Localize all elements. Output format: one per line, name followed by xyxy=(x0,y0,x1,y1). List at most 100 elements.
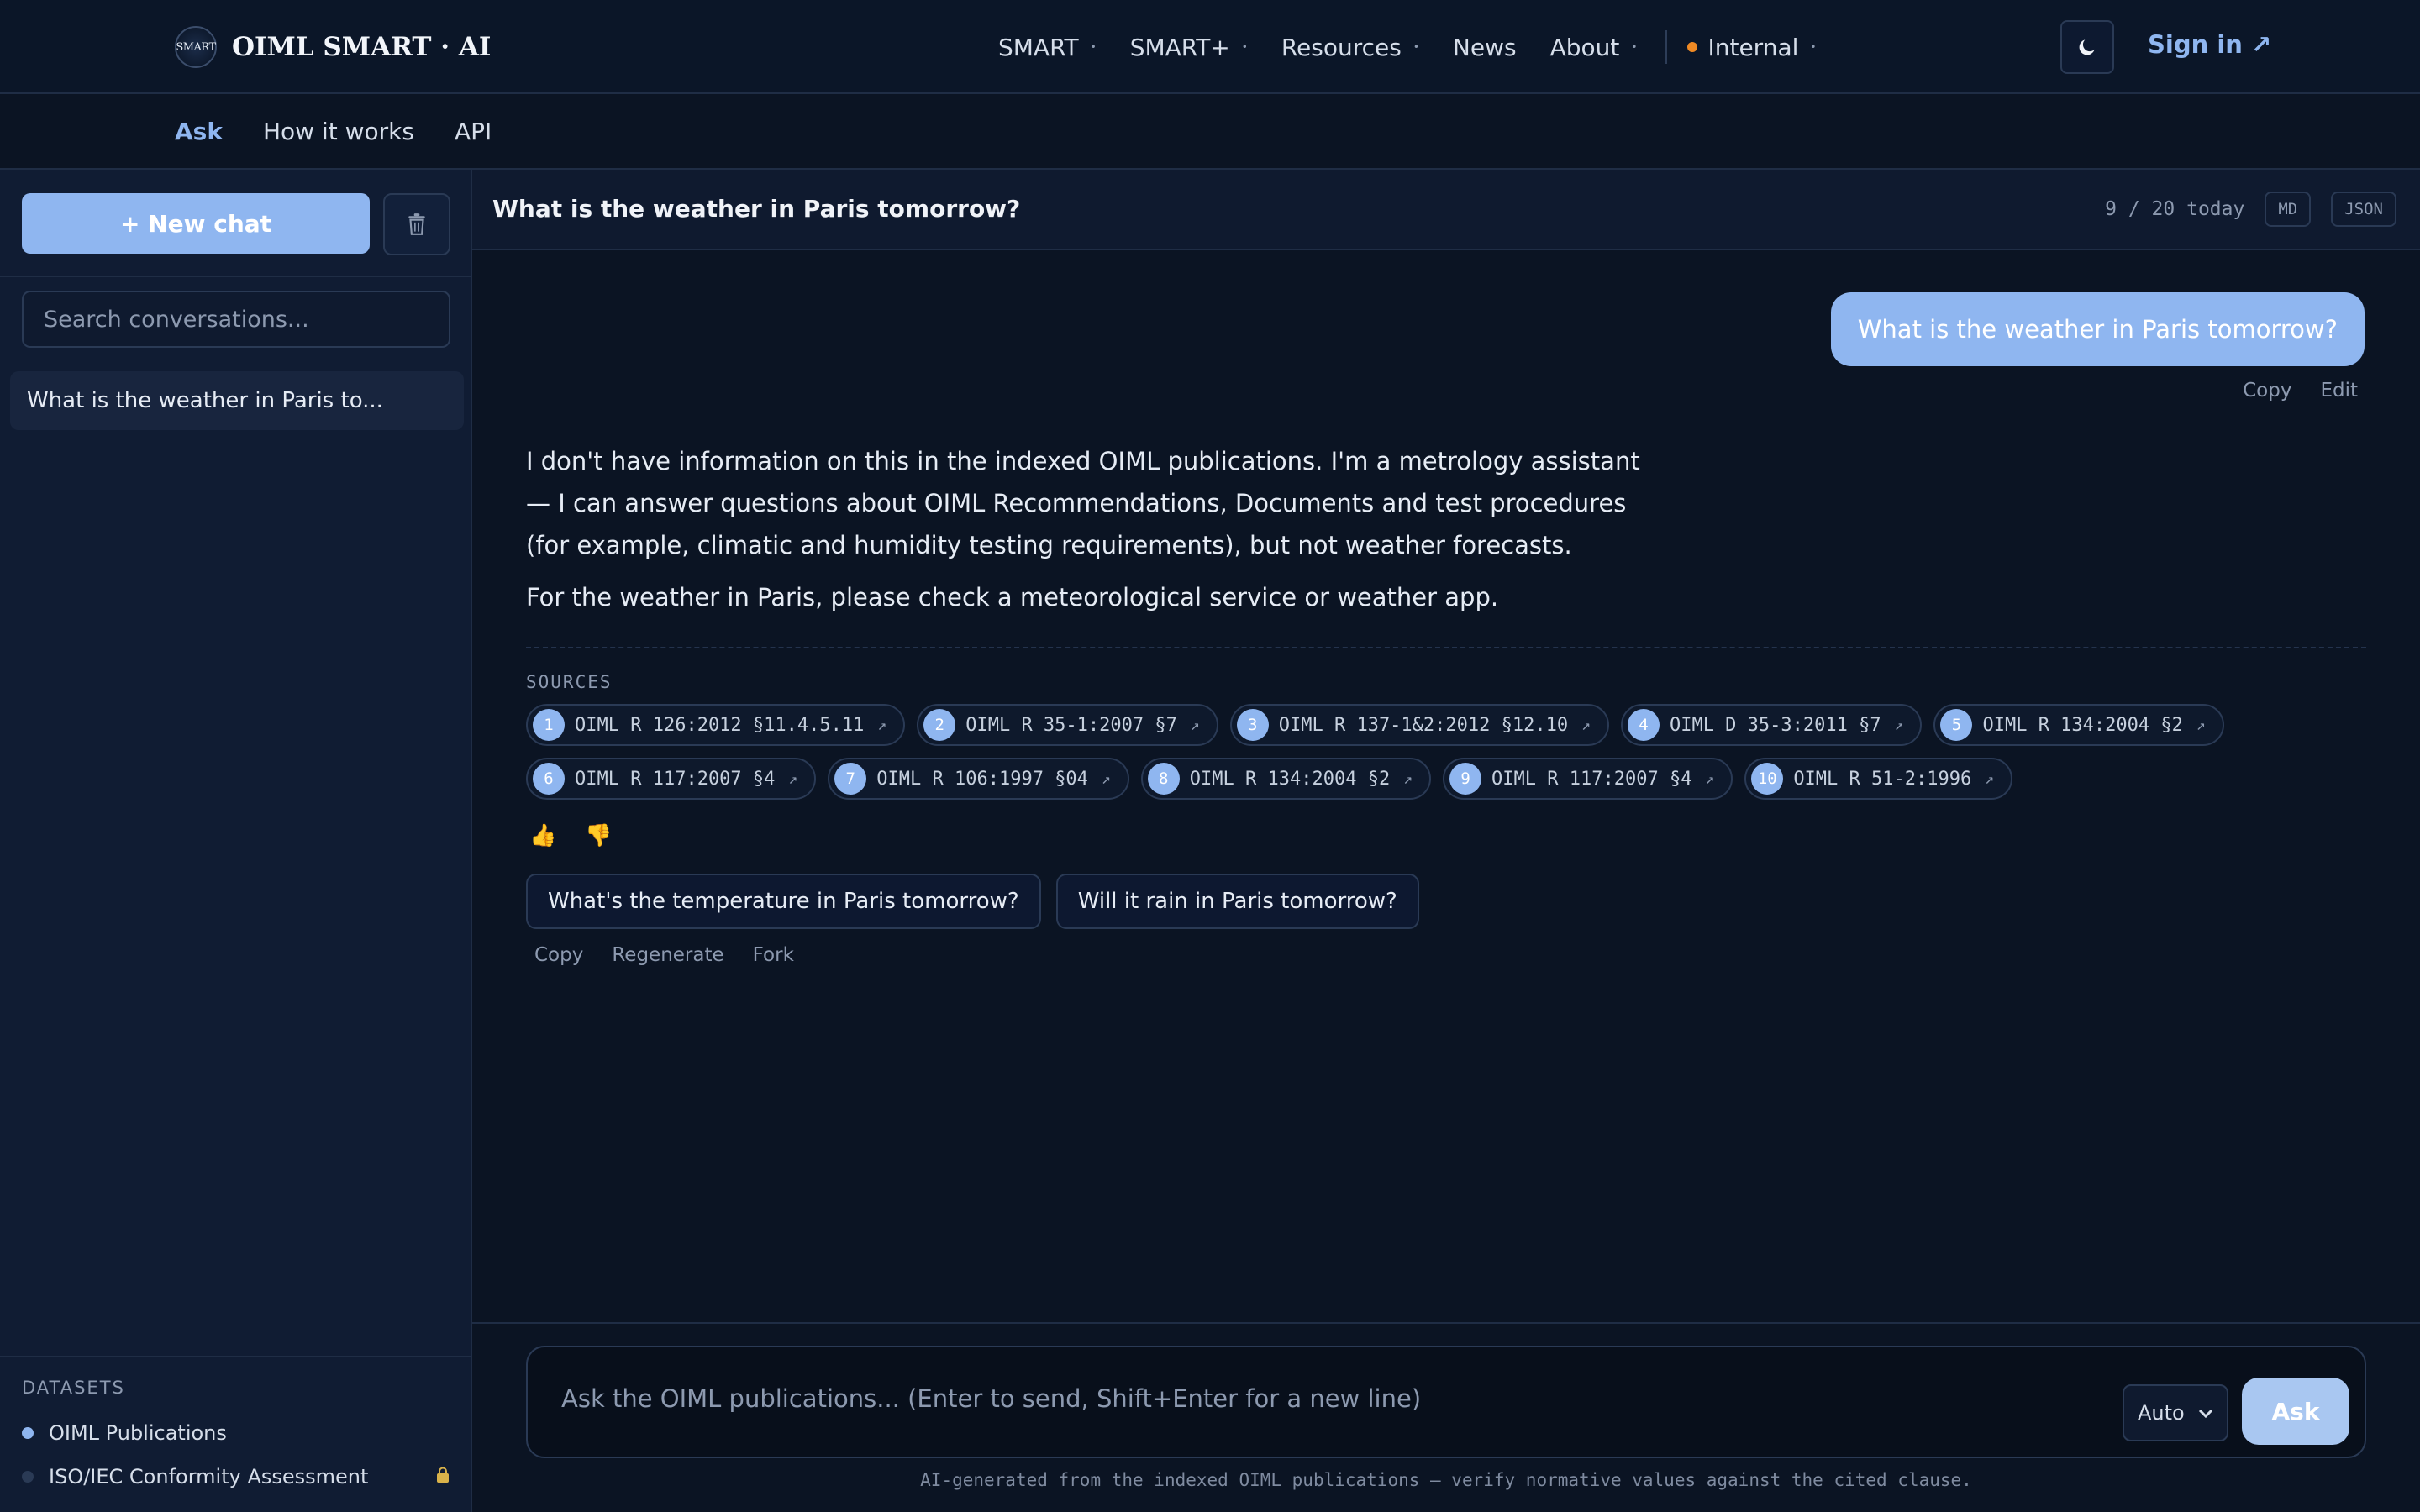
source-number: 5 xyxy=(1940,709,1973,741)
assistant-message: I don't have information on this in the … xyxy=(526,440,1652,618)
source-number: 6 xyxy=(533,763,565,795)
conversation-item[interactable]: What is the weather in Paris to... xyxy=(10,371,464,430)
source-chip[interactable]: 6 OIML R 117:2007 §4 ↗ xyxy=(526,758,817,800)
trash-icon xyxy=(408,213,425,235)
usage-count: 9 / 20 today xyxy=(2105,198,2245,220)
sign-in-link[interactable]: Sign in ↗ xyxy=(2148,30,2271,59)
ask-button[interactable]: Ask xyxy=(2242,1378,2349,1445)
source-chip[interactable]: 10 OIML R 51-2:1996 ↗ xyxy=(1744,758,2013,800)
question-input[interactable] xyxy=(561,1384,2158,1413)
disclaimer: AI-generated from the indexed OIML publi… xyxy=(920,1470,1972,1490)
dropdown-dot-icon: • xyxy=(1241,41,1248,53)
dataset-item-iso-iec[interactable]: ISO/IEC Conformity Assessment xyxy=(22,1465,450,1488)
top-navbar: SMART OIML SMART · AI SMART • SMART+ • R… xyxy=(0,0,2420,94)
brand-logo: SMART xyxy=(175,26,217,68)
source-chip[interactable]: 9 OIML R 117:2007 §4 ↗ xyxy=(1443,758,1733,800)
nav-divider xyxy=(1665,30,1668,64)
sources-list: 1 OIML R 126:2012 §11.4.5.11 ↗ 2 OIML R 35-… xyxy=(526,704,2375,811)
source-number: 2 xyxy=(923,709,956,741)
delete-chats-button[interactable] xyxy=(383,193,450,255)
source-number: 10 xyxy=(1751,763,1784,795)
mode-select[interactable]: Auto xyxy=(2123,1384,2228,1441)
copy-user-message-button[interactable]: Copy xyxy=(2243,380,2291,402)
chat-header: What is the weather in Paris tomorrow? 9… xyxy=(472,170,2420,250)
sub-navbar: Ask How it works API xyxy=(0,94,2420,170)
copy-answer-button[interactable]: Copy xyxy=(534,944,583,966)
nav-item-smart[interactable]: SMART • xyxy=(998,34,1097,61)
brand-name: OIML SMART · AI xyxy=(232,32,492,62)
theme-toggle-button[interactable] xyxy=(2060,20,2114,74)
external-link-icon: ↗ xyxy=(877,716,887,734)
suggestion-button[interactable]: Will it rain in Paris tomorrow? xyxy=(1055,874,1419,929)
fork-button[interactable]: Fork xyxy=(753,944,794,966)
export-json-button[interactable]: JSON xyxy=(2331,192,2396,227)
user-message-actions: Copy Edit xyxy=(2243,380,2358,402)
source-number: 1 xyxy=(533,709,565,741)
user-message: What is the weather in Paris tomorrow? xyxy=(1830,292,2365,366)
dataset-label: ISO/IEC Conformity Assessment xyxy=(49,1465,369,1488)
source-label: OIML R 134:2004 §2 xyxy=(1189,768,1391,790)
source-chip[interactable]: 4 OIML D 35-3:2011 §7 ↗ xyxy=(1620,704,1923,746)
external-link-icon: ↗ xyxy=(2196,716,2206,734)
source-label: OIML R 134:2004 §2 xyxy=(1982,714,2183,736)
nav-item-label: News xyxy=(1452,33,1517,61)
dropdown-dot-icon: • xyxy=(1631,41,1638,53)
assistant-message-actions: Copy Regenerate Fork xyxy=(534,944,794,966)
source-chip[interactable]: 3 OIML R 137-1&2:2012 §12.10 ↗ xyxy=(1229,704,1609,746)
edit-user-message-button[interactable]: Edit xyxy=(2320,380,2358,402)
suggestions: What's the temperature in Paris tomorrow… xyxy=(526,874,1419,929)
sources-divider xyxy=(526,647,2366,648)
nav-item-label: Resources xyxy=(1281,33,1402,61)
lock-icon xyxy=(435,1467,450,1488)
dropdown-dot-icon: • xyxy=(1810,41,1817,53)
brand[interactable]: SMART OIML SMART · AI xyxy=(175,25,491,69)
source-chip[interactable]: 5 OIML R 134:2004 §2 ↗ xyxy=(1933,704,2224,746)
source-label: OIML R 117:2007 §4 xyxy=(575,768,776,790)
external-link-icon: ↗ xyxy=(1985,769,1995,788)
search-conversations-input[interactable] xyxy=(22,291,450,348)
dataset-label: OIML Publications xyxy=(49,1421,227,1445)
thumbs-up-icon[interactable]: 👍 xyxy=(529,823,556,848)
source-chip[interactable]: 1 OIML R 126:2012 §11.4.5.11 ↗ xyxy=(526,704,906,746)
nav-item-label: Internal xyxy=(1707,33,1799,61)
source-label: OIML R 137-1&2:2012 §12.10 xyxy=(1278,714,1569,736)
source-label: OIML R 106:1997 §04 xyxy=(876,768,1088,790)
chevron-down-icon xyxy=(2198,1403,2213,1423)
export-md-button[interactable]: MD xyxy=(2265,192,2312,227)
external-link-icon: ↗ xyxy=(1101,769,1111,788)
sources-row: 6 OIML R 117:2007 §4 ↗ 7 OIML R 106:1997 §0… xyxy=(526,758,2375,800)
source-chip[interactable]: 7 OIML R 106:1997 §04 ↗ xyxy=(828,758,1129,800)
nav-item-internal[interactable]: Internal • xyxy=(1687,34,1816,61)
nav-item-news[interactable]: News xyxy=(1453,34,1517,61)
tab-api[interactable]: API xyxy=(455,118,492,145)
regenerate-button[interactable]: Regenerate xyxy=(612,944,723,966)
dataset-item-oiml-publications[interactable]: OIML Publications xyxy=(22,1421,450,1445)
sidebar-divider xyxy=(0,276,471,277)
nav-item-label: SMART xyxy=(998,33,1079,61)
source-chip[interactable]: 8 OIML R 134:2004 §2 ↗ xyxy=(1140,758,1432,800)
nav-item-about[interactable]: About • xyxy=(1550,34,1638,61)
nav-item-smart-plus[interactable]: SMART+ • xyxy=(1130,34,1248,61)
tab-ask[interactable]: Ask xyxy=(175,118,223,145)
tab-how-it-works[interactable]: How it works xyxy=(263,118,414,145)
source-number: 4 xyxy=(1627,709,1660,741)
composer: Auto Ask xyxy=(526,1346,2366,1458)
composer-divider xyxy=(472,1322,2420,1324)
nav-item-resources[interactable]: Resources • xyxy=(1281,34,1419,61)
dropdown-dot-icon: • xyxy=(1413,41,1419,53)
source-chip[interactable]: 2 OIML R 35-1:2007 §7 ↗ xyxy=(917,704,1218,746)
thumbs-down-icon[interactable]: 👎 xyxy=(585,823,612,848)
assistant-paragraph: I don't have information on this in the … xyxy=(526,447,1640,559)
chat-header-actions: 9 / 20 today MD JSON xyxy=(2105,192,2396,227)
subnav-tabs: Ask How it works API xyxy=(175,118,492,145)
external-link-icon: ↗ xyxy=(1894,716,1904,734)
source-number: 8 xyxy=(1147,763,1180,795)
dataset-active-dot-icon xyxy=(22,1427,34,1439)
nav-item-label: SMART+ xyxy=(1129,33,1230,61)
new-chat-button[interactable]: + New chat xyxy=(22,193,370,254)
chat-title: What is the weather in Paris tomorrow? xyxy=(492,195,1021,223)
assistant-paragraph: For the weather in Paris, please check a… xyxy=(526,583,1499,612)
suggestion-button[interactable]: What's the temperature in Paris tomorrow… xyxy=(526,874,1041,929)
dropdown-dot-icon: • xyxy=(1090,41,1097,53)
source-label: OIML R 117:2007 §4 xyxy=(1491,768,1692,790)
